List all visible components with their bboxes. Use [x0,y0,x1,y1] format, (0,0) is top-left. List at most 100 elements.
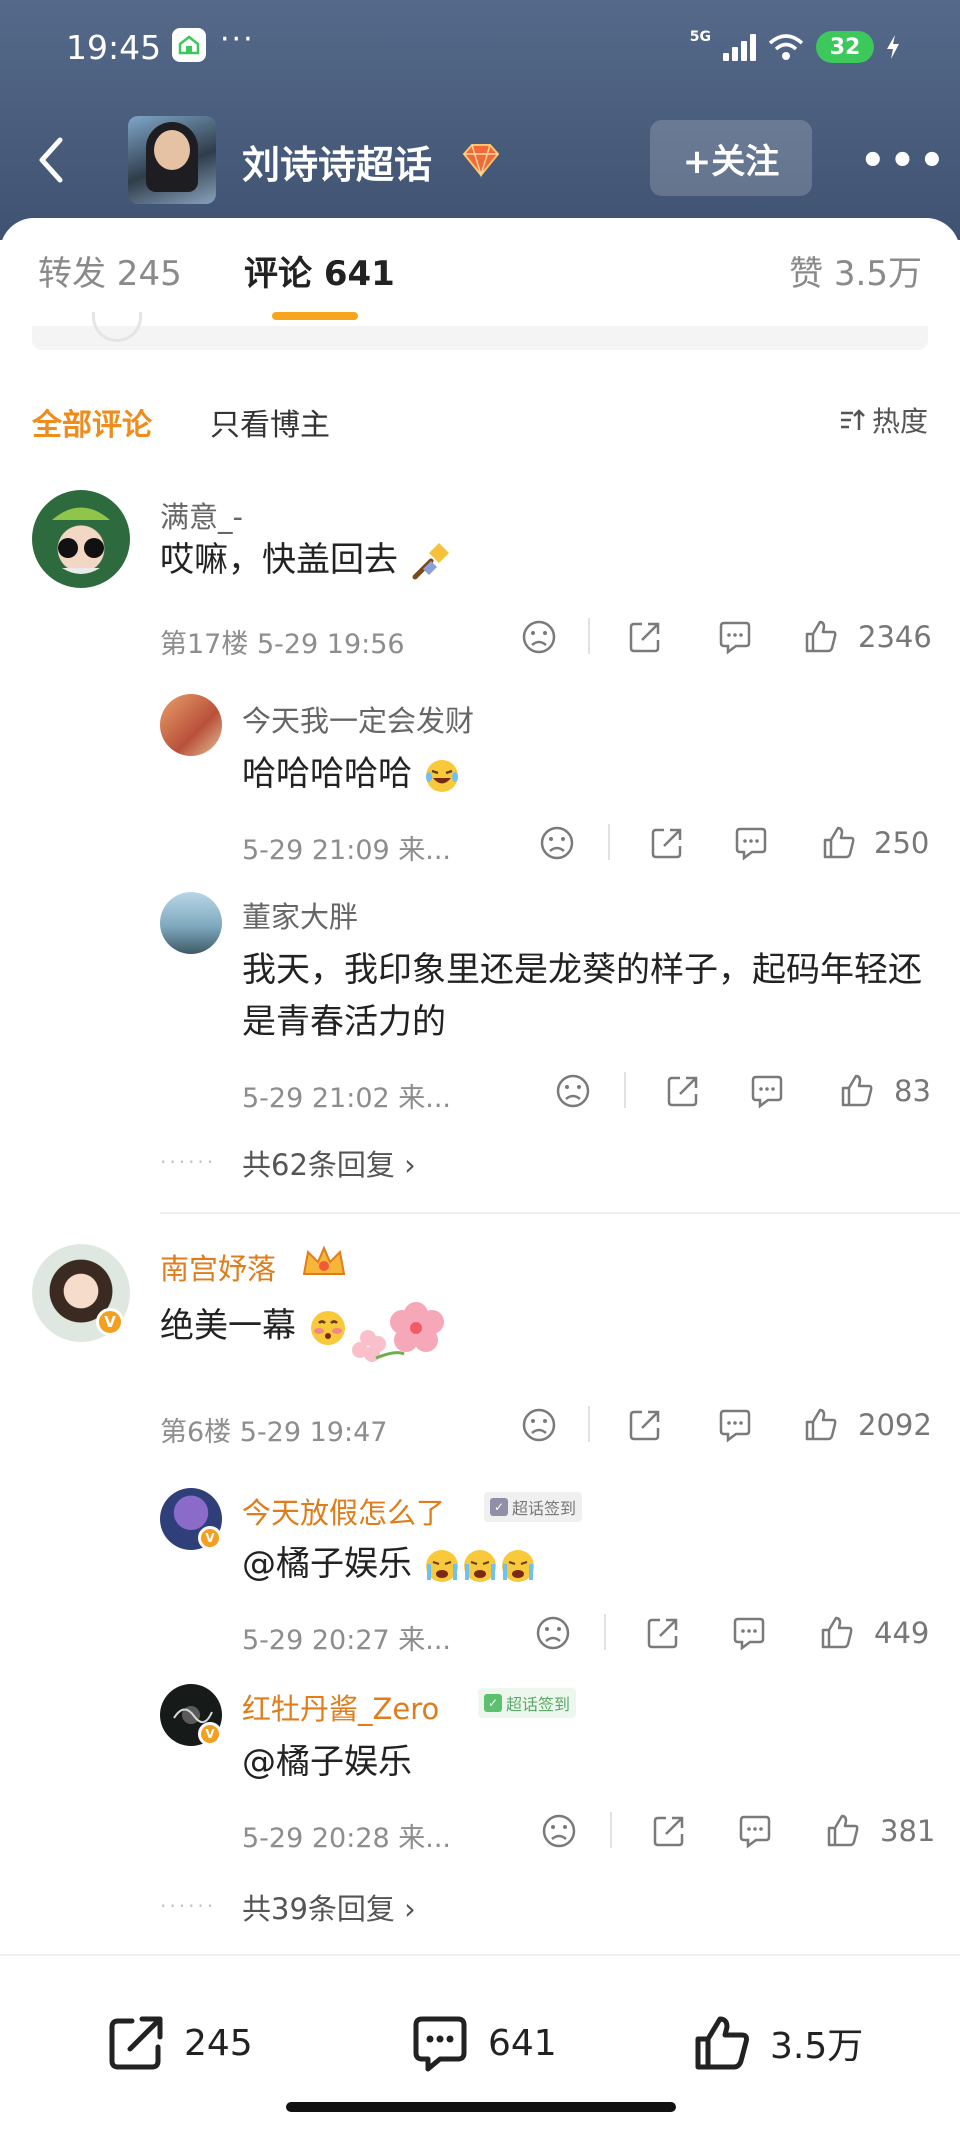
share-icon [667,1076,698,1107]
comment-actions: 2092 [520,1406,932,1446]
like-count: 83 [894,1074,931,1108]
tab-comments[interactable]: 评论 641 [244,246,395,295]
like-count: 2346 [858,620,932,654]
tab-forward[interactable]: 转发 245 [38,246,182,295]
like-button[interactable] [802,1406,842,1446]
comment-icon [719,621,751,655]
reply-username[interactable]: 今天我一定会发财 [242,698,474,740]
avatar[interactable] [160,892,222,954]
reply-leader: ······ [160,1150,217,1174]
action-divider [588,1406,590,1442]
reply-button[interactable] [716,1406,756,1446]
reply-username[interactable]: 董家大胖 [242,894,358,936]
like-count: 2092 [858,1408,932,1442]
more-replies-link[interactable]: 共39条回复 › [242,1886,416,1928]
reply-time: 5-29 20:27 来... [242,1625,451,1656]
comment-icon [719,1409,751,1443]
thumbs-up-icon [821,1616,853,1649]
back-button[interactable] [30,132,80,188]
reply-button[interactable] [748,1072,788,1112]
nav-bar: 刘诗诗超话 +关注 ••• [0,110,960,210]
dislike-button[interactable] [520,1406,560,1446]
home-app-icon [172,28,206,62]
comment-icon [733,1617,765,1651]
comment-floor-time: 第17楼 5-29 19:56 [160,629,405,660]
thumbs-up-icon [805,620,837,653]
like-button[interactable] [818,1614,858,1654]
comment-icon [751,1075,783,1109]
topic-title[interactable]: 刘诗诗超话 [242,134,432,189]
sort-button[interactable]: 热度 [838,400,928,440]
avatar[interactable] [32,490,130,588]
share-button[interactable] [626,1406,666,1446]
like-button[interactable] [838,1072,878,1112]
supertopic-checkin-badge: ✓ 超话签到 [478,1688,577,1718]
comment-username[interactable]: 南宫妤落 [160,1246,276,1288]
comment-floor-time: 第6楼 5-29 19:47 [160,1417,388,1448]
crying-emoji-icon [425,1549,534,1582]
share-button[interactable] [644,1614,684,1654]
thumbs-up-icon [823,826,855,859]
charging-icon [887,35,899,59]
reply-actions: 250 [538,824,930,864]
follow-button[interactable]: +关注 [650,120,812,196]
laughing-emoji-icon [425,759,458,792]
comment-username[interactable]: 满意_- [160,494,243,536]
reply-button[interactable] [732,824,772,864]
dislike-button[interactable] [554,1072,594,1112]
share-button[interactable] [626,618,666,658]
checkin-label: 超话签到 [512,1499,577,1518]
reply-username[interactable]: 红牡丹酱_Zero [242,1686,439,1728]
topic-avatar[interactable] [128,116,216,204]
reply-button[interactable] [730,1614,770,1654]
sort-icon [840,409,865,430]
like-button[interactable] [824,1812,864,1852]
reply-text-content: 哈哈哈哈哈 [242,754,412,794]
tab-likes[interactable]: 赞 3.5万 [789,246,922,295]
wifi-icon [768,34,804,60]
avatar[interactable] [160,694,222,756]
crown-badge-icon [302,1245,346,1275]
reply-time: 5-29 20:28 来... [242,1823,451,1854]
supertopic-checkin-badge: ✓ 超话签到 [484,1492,583,1522]
comment-icon [735,827,767,861]
dislike-button[interactable] [540,1812,580,1852]
status-dots: ··· [220,22,255,57]
reply-button[interactable] [716,618,756,658]
more-button[interactable]: ••• [860,138,949,184]
frown-face-icon [540,826,574,860]
reply-username[interactable]: 今天放假怎么了 [242,1490,445,1532]
bottom-like-button[interactable]: 3.5万 [690,2008,863,2078]
share-icon [629,622,660,653]
share-icon [629,1410,660,1441]
filter-poster-only[interactable]: 只看博主 [210,400,330,444]
dislike-button[interactable] [520,618,560,658]
like-button[interactable] [802,618,842,658]
share-button[interactable] [648,824,688,864]
action-divider [624,1072,626,1108]
share-button[interactable] [650,1812,690,1852]
like-button[interactable] [820,824,860,864]
reply-time: 5-29 21:02 来... [242,1083,451,1114]
post-tabs: 转发 245 评论 641 赞 3.5万 [0,246,960,316]
dislike-button[interactable] [534,1614,574,1654]
active-tab-indicator [272,312,358,320]
thumbs-up-icon [827,1814,859,1847]
reply-button[interactable] [736,1812,776,1852]
filter-all-comments[interactable]: 全部评论 [32,400,152,444]
reply-leader: ······ [160,1894,217,1918]
bottom-comment-button[interactable]: 641 [408,2008,557,2078]
back-arrow-icon [39,137,63,183]
frown-face-icon [556,1074,590,1108]
thumbs-up-icon [805,1408,837,1441]
dislike-button[interactable] [538,824,578,864]
reply-time: 5-29 21:09 来... [242,835,451,866]
share-button[interactable] [664,1072,704,1112]
signal-icon [723,33,756,61]
comment-text-content: 绝美一幕 [160,1306,296,1346]
more-replies-link[interactable]: 共62条回复 › [242,1142,416,1184]
checkin-label: 超话签到 [506,1695,571,1714]
reply-text-content: @橘子娱乐 [242,1742,412,1782]
status-bar: 19:45 ··· 5G 32 [0,0,960,90]
bottom-share-button[interactable]: 245 [104,2008,253,2078]
